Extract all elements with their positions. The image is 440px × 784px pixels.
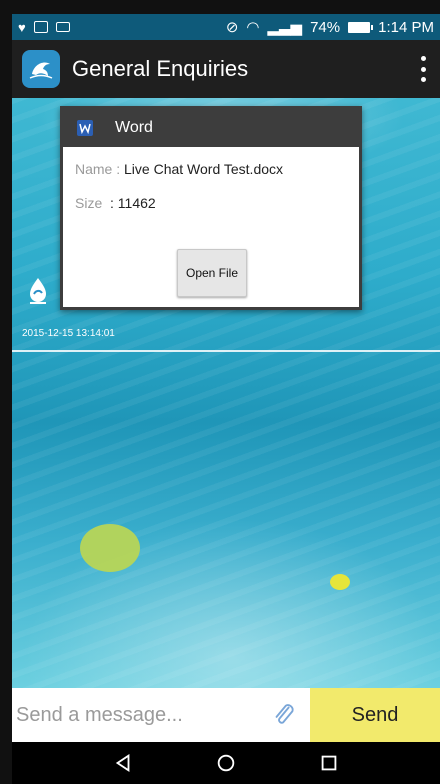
recents-icon[interactable] [314, 748, 344, 778]
dolphin-logo-icon[interactable] [22, 50, 60, 88]
file-name-value: Live Chat Word Test.docx [124, 161, 284, 177]
mail-icon [55, 22, 70, 32]
home-icon[interactable] [211, 748, 241, 778]
system-nav-bar [12, 742, 440, 784]
file-name-label: Name : [75, 161, 121, 177]
decorative-bubble-small [330, 574, 350, 590]
page-title: General Enquiries [72, 56, 249, 81]
message-timestamp: 2015-12-15 13:14:01 [22, 328, 115, 339]
divider [12, 350, 440, 352]
screen: ♥ ⊘ ◠ ▂▃▅ 74% 1:14 PM General Enquiries [12, 14, 440, 784]
file-message-card: Word Name : Live Chat Word Test.docx Siz… [60, 106, 362, 310]
battery-icon [348, 21, 374, 33]
file-type-label: Word [115, 119, 153, 136]
paperclip-icon[interactable] [258, 688, 310, 742]
mute-icon: ⊘ [225, 19, 239, 36]
message-input[interactable] [12, 688, 258, 742]
decorative-bubble [80, 524, 140, 572]
status-bar: ♥ ⊘ ◠ ▂▃▅ 74% 1:14 PM [12, 14, 440, 40]
file-size-label: Size [75, 195, 103, 211]
file-name-row: Name : Live Chat Word Test.docx [75, 161, 283, 177]
back-icon[interactable] [108, 748, 138, 778]
status-time: 1:14 PM [378, 18, 434, 36]
send-button[interactable]: Send [310, 688, 440, 742]
agent-avatar-icon [26, 276, 50, 306]
app-bar: General Enquiries [12, 40, 440, 98]
battery-percent: 74% [310, 18, 341, 36]
heart-icon: ♥ [18, 19, 26, 35]
file-size-row: Size : 11462 [75, 195, 156, 211]
word-icon [77, 120, 93, 136]
file-card-header: Word [63, 109, 359, 147]
phone-frame: ♥ ⊘ ◠ ▂▃▅ 74% 1:14 PM General Enquiries [0, 0, 440, 784]
message-composer: Send [12, 688, 440, 742]
signal-icon: ▂▃▅ [267, 19, 303, 36]
gallery-icon [33, 21, 48, 33]
open-file-button[interactable]: Open File [177, 249, 247, 297]
file-size-value: : 11462 [110, 195, 156, 211]
overflow-menu-icon[interactable] [416, 56, 430, 82]
wifi-icon: ◠ [246, 19, 260, 36]
